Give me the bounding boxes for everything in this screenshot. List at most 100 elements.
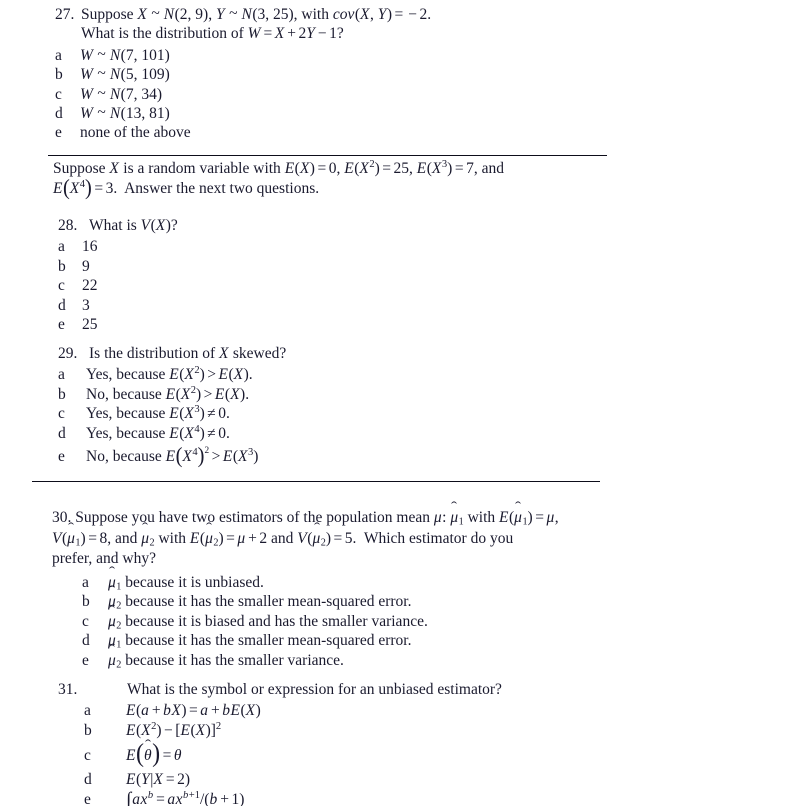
question-29-option-a[interactable]: a Yes, because E(X2) > E(X). — [58, 365, 286, 384]
option-label: b — [84, 721, 92, 739]
option-text: Yes, because E(X4) ≠ 0. — [86, 423, 230, 442]
question-29-stem-line-1: 29. Is the distribution of X skewed? — [58, 344, 286, 363]
question-28-option-d[interactable]: d 3 — [58, 296, 178, 315]
option-label: c — [58, 405, 65, 423]
rule-above-preamble — [48, 155, 607, 156]
option-label: d — [82, 632, 90, 650]
question-31-option-d[interactable]: d E(Y|X = 2) — [58, 770, 502, 789]
question-27-stem-line-2: What is the distribution of W = X +2Y −1? — [55, 24, 431, 43]
question-27-number: 27. — [55, 6, 75, 23]
exam-page: 27. Suppose X ~ N(2, 9), Y ~ N(3, 25), with … — [0, 0, 799, 806]
option-text: 25 — [82, 316, 98, 334]
question-30-stem-line-2: V(̂μ1)=8, and ̂μ2 with E(̂μ2)=μ+2 and V(… — [52, 529, 514, 549]
question-27-option-c[interactable]: c W ~ N(7, 34) — [55, 85, 431, 104]
preamble-line-1: Suppose X is a random variable with E(X)… — [53, 158, 504, 177]
question-31-option-c[interactable]: c E(̂θ)=θ — [58, 740, 502, 769]
option-text: none of the above — [80, 124, 191, 142]
option-label: a — [82, 573, 89, 591]
option-label: d — [58, 296, 66, 314]
option-label: d — [55, 105, 63, 123]
option-label: c — [84, 747, 91, 765]
question-27-option-a[interactable]: a W ~ N(7, 101) — [55, 46, 431, 65]
preamble-line-2: E(X4) = 3. Answer the next two questions. — [53, 176, 320, 201]
question-28-stem-text-1: What is V(X)? — [89, 217, 178, 234]
option-text: W ~ N(7, 101) — [80, 45, 170, 64]
question-31-option-e[interactable]: e ∫axb = axb+1/(b +1) — [58, 789, 502, 806]
question-28-option-c[interactable]: c 22 — [58, 276, 178, 295]
question-27-option-e[interactable]: e none of the above — [55, 123, 431, 142]
question-31-number: 31. — [58, 681, 78, 698]
option-label: b — [58, 385, 66, 403]
question-30-option-b[interactable]: b ̂μ2 because it has the smaller mean-sq… — [82, 592, 559, 612]
question-29-option-c[interactable]: c Yes, because E(X3) ≠ 0. — [58, 404, 286, 423]
option-label: e — [82, 651, 89, 669]
question-27-stem-text-1: Suppose X ~ N(2, 9), Y ~ N(3, 25), with cov(… — [81, 5, 432, 23]
question-31-stem-line-1: 31. What is the symbol or expression for… — [58, 680, 502, 699]
preamble-block: Suppose X is a random variable with E(X)… — [53, 158, 504, 201]
option-text: E(̂θ)=θ — [126, 740, 182, 769]
question-30-option-e[interactable]: e ̂μ2 because it has the smaller varianc… — [82, 651, 559, 671]
question-30-option-d[interactable]: d ̂μ1 because it has the smaller mean-sq… — [82, 631, 559, 651]
question-27: 27. Suppose X ~ N(2, 9), Y ~ N(3, 25), with … — [55, 5, 431, 143]
question-28-option-a[interactable]: a 16 — [58, 237, 178, 256]
question-28-number: 28. — [58, 217, 78, 234]
option-label: e — [84, 791, 91, 806]
question-30: 30. Suppose you have two estimators of t… — [52, 508, 559, 670]
question-28: 28. What is V(X)? a 16 b 9 c 22 d 3 e 25 — [58, 216, 178, 334]
question-30-number: 30. — [52, 509, 72, 526]
question-27-stem-line-1: 27. Suppose X ~ N(2, 9), Y ~ N(3, 25), with … — [55, 5, 431, 24]
option-label: c — [55, 85, 62, 103]
option-text: ∫axb = axb+1/(b +1) — [126, 789, 245, 806]
question-29-option-e[interactable]: e No, because E(X4)2 > E(X3) — [58, 444, 286, 468]
option-text: ̂μ1 because it has the smaller mean-squa… — [108, 632, 412, 651]
option-text: E(a + bX) = a + bE(X) — [126, 702, 261, 720]
option-text: 9 — [82, 257, 90, 275]
question-29-stem-text-1: Is the distribution of X skewed? — [89, 345, 287, 362]
option-label: a — [58, 238, 65, 256]
option-text: No, because E(X4)2 > E(X3) — [86, 444, 259, 468]
question-29-option-d[interactable]: d Yes, because E(X4) ≠ 0. — [58, 424, 286, 443]
option-label: c — [58, 277, 65, 295]
option-label: b — [58, 257, 66, 275]
option-text: W ~ N(5, 109) — [80, 65, 170, 84]
question-30-stem-line-1: 30. Suppose you have two estimators of t… — [52, 509, 559, 528]
question-28-option-b[interactable]: b 9 — [58, 257, 178, 276]
option-text: ̂μ1 because it is unbiased. — [108, 573, 264, 593]
option-text: W ~ N(7, 34) — [80, 84, 162, 103]
option-text: ̂μ2 because it has the smaller variance. — [108, 651, 344, 671]
option-text: Yes, because E(X2) > E(X). — [86, 365, 253, 384]
option-label: a — [58, 366, 65, 384]
question-31-option-a[interactable]: a E(a + bX) = a + bE(X) — [58, 701, 502, 720]
question-31-stem-text-1: What is the symbol or expression for an … — [127, 681, 502, 698]
question-29-number: 29. — [58, 345, 78, 362]
option-label: d — [58, 424, 66, 442]
option-text: 22 — [82, 277, 98, 295]
question-30-stem-line-3: prefer, and why? — [52, 550, 156, 567]
option-text: 16 — [82, 238, 98, 256]
option-text: ̂μ2 because it has the smaller mean-squa… — [108, 593, 412, 612]
question-28-stem-line-1: 28. What is V(X)? — [58, 216, 178, 235]
question-30-option-a[interactable]: a ̂μ1 because it is unbiased. — [82, 573, 559, 593]
option-text: E(X2) − [E(X)]2 — [126, 720, 222, 739]
option-label: d — [84, 770, 92, 788]
option-label: a — [84, 702, 91, 720]
question-28-option-e[interactable]: e 25 — [58, 315, 178, 334]
question-29-option-b[interactable]: b No, because E(X2) > E(X). — [58, 385, 286, 404]
option-text: W ~ N(13, 81) — [80, 104, 170, 123]
option-text: ̂μ2 because it is biased and has the sma… — [108, 612, 428, 632]
question-29: 29. Is the distribution of X skewed? a Y… — [58, 344, 286, 468]
option-label: b — [55, 66, 63, 84]
option-text: No, because E(X2) > E(X). — [86, 384, 250, 403]
question-27-option-d[interactable]: d W ~ N(13, 81) — [55, 104, 431, 123]
option-text: 3 — [82, 296, 90, 314]
option-label: e — [55, 124, 62, 142]
option-label: a — [55, 46, 62, 64]
option-label: b — [82, 593, 90, 611]
question-31-option-b[interactable]: b E(X2) − [E(X)]2 — [58, 721, 502, 740]
rule-below-question-29 — [32, 481, 600, 482]
option-text: Yes, because E(X3) ≠ 0. — [86, 404, 230, 423]
question-30-option-c[interactable]: c ̂μ2 because it is biased and has the s… — [82, 612, 559, 632]
question-27-stem-text-2: What is the distribution of W = X +2Y −1? — [81, 25, 344, 43]
question-27-option-b[interactable]: b W ~ N(5, 109) — [55, 65, 431, 84]
question-31: 31. What is the symbol or expression for… — [58, 680, 502, 806]
